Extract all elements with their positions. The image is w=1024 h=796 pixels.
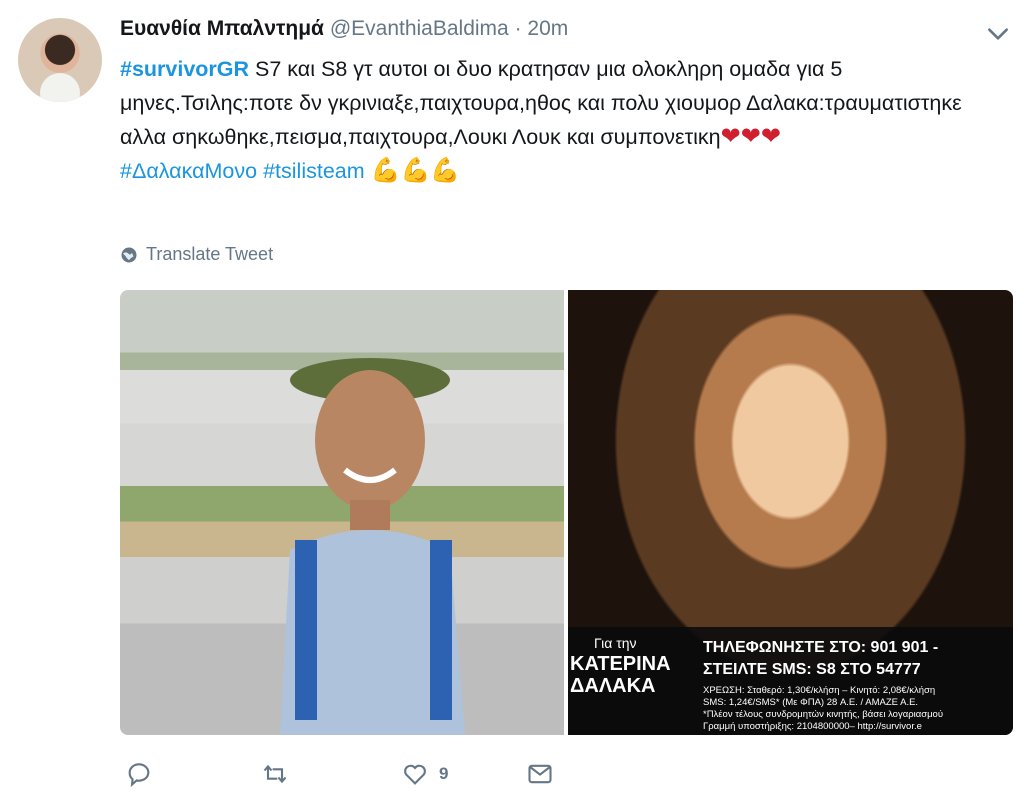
- overlay-fine-print: ΧΡΕΩΣΗ: Σταθερό: 1,30€/κλήση – Κινητό: 2…: [703, 685, 1013, 733]
- display-name[interactable]: Ευανθία Μπαλντημά: [120, 17, 324, 40]
- envelope-icon: [528, 764, 553, 784]
- fine-line-4: Γραμμή υποστήριξης: 2104800000– http://s…: [703, 721, 922, 732]
- fine-line-3: *Πλέον τέλους συνδρομητών κινητής, βάσει…: [703, 709, 944, 720]
- globe-icon: [121, 247, 137, 262]
- translate-tweet-link[interactable]: Translate Tweet: [120, 244, 273, 265]
- reply-button[interactable]: [125, 760, 153, 788]
- reply-icon: [128, 763, 150, 788]
- timestamp[interactable]: 20m: [527, 17, 568, 40]
- flexed-biceps-emoji: 💪💪💪: [370, 157, 461, 184]
- heart-icon: [404, 764, 426, 785]
- person-figure: [280, 358, 465, 735]
- tweet-media[interactable]: Για την ΚΑΤΕΡΙΝΑ ΔΑΛΑΚΑ ΤΗΛΕΦΩΝΗΣΤΕ ΣΤΟ:…: [120, 290, 1013, 735]
- like-button[interactable]: 9: [401, 760, 448, 788]
- retweet-icon: [263, 764, 287, 784]
- tweet-text: #survivorGR S7 και S8 γτ αυτοι οι δυο κρ…: [120, 52, 1000, 188]
- tweet-actions: 9: [125, 760, 554, 788]
- chevron-down-icon[interactable]: [985, 21, 1011, 47]
- avatar[interactable]: [18, 18, 102, 102]
- user-handle[interactable]: @EvanthiaBaldima: [330, 17, 509, 40]
- fine-line-2: SMS: 1,24€/SMS* (Με ΦΠΑ) 28 Α.Ε. / ΑΜΑΖΕ…: [703, 697, 919, 708]
- tweet-header: Ευανθία Μπαλντημά @EvanthiaBaldima · 20m: [120, 17, 568, 41]
- overlay-contestant-name: ΚΑΤΕΡΙΝΑ ΔΑΛΑΚΑ: [570, 653, 671, 697]
- hashtag-dalakamono[interactable]: #ΔαλακαΜονο: [120, 159, 257, 183]
- overlay-name-first: ΚΑΤΕΡΙΝΑ: [570, 653, 671, 675]
- photo-man-olive-wreath[interactable]: [120, 290, 564, 735]
- vote-overlay: Για την ΚΑΤΕΡΙΝΑ ΔΑΛΑΚΑ ΤΗΛΕΦΩΝΗΣΤΕ ΣΤΟ:…: [568, 627, 1013, 735]
- hearts-emoji: ❤❤❤: [720, 123, 781, 150]
- hashtag-tsilisteam[interactable]: #tsilisteam: [263, 159, 365, 183]
- hashtag-survivorgr[interactable]: #survivorGR: [120, 57, 249, 81]
- direct-message-button[interactable]: [526, 760, 554, 788]
- overlay-phone: ΤΗΛΕΦΩΝΗΣΤΕ ΣΤΟ: 901 901 -: [703, 639, 939, 656]
- like-count: 9: [439, 764, 449, 783]
- overlay-name-last: ΔΑΛΑΚΑ: [570, 675, 656, 697]
- translate-label: Translate Tweet: [146, 244, 274, 264]
- overlay-sms: ΣΤΕΙΛΤΕ SMS: S8 ΣΤΟ 54777: [703, 661, 921, 678]
- overlay-small-label: Για την: [594, 635, 637, 651]
- retweet-button[interactable]: [261, 760, 289, 788]
- separator: ·: [514, 17, 522, 40]
- fine-line-1: ΧΡΕΩΣΗ: Σταθερό: 1,30€/κλήση – Κινητό: 2…: [703, 685, 936, 696]
- photo-woman-survivor[interactable]: Για την ΚΑΤΕΡΙΝΑ ΔΑΛΑΚΑ ΤΗΛΕΦΩΝΗΣΤΕ ΣΤΟ:…: [568, 290, 1013, 735]
